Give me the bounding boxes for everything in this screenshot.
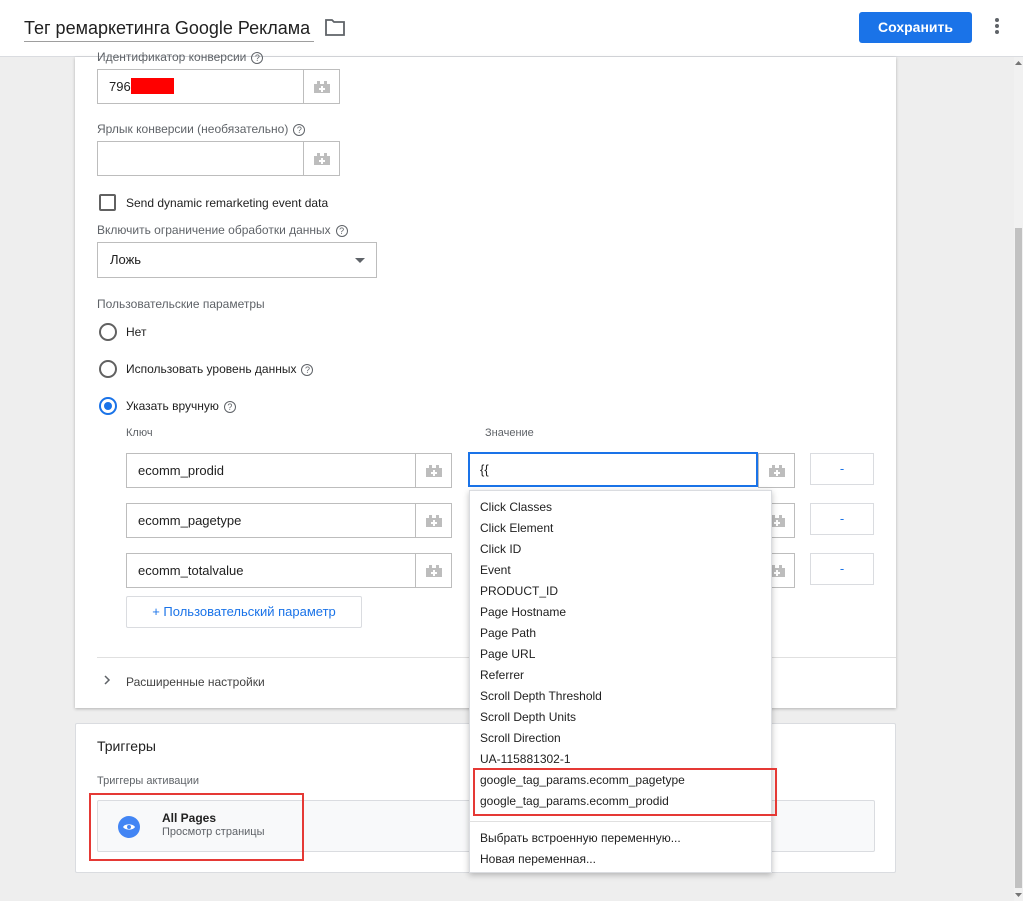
- add-custom-param-button[interactable]: + Пользовательский параметр: [126, 596, 362, 628]
- param-key-input[interactable]: ecomm_pagetype: [126, 503, 416, 538]
- dynamic-remarketing-label: Send dynamic remarketing event data: [126, 196, 329, 210]
- remove-param-button[interactable]: -: [810, 553, 874, 585]
- triggers-subtitle: Триггеры активации: [97, 775, 200, 787]
- highlight-box: [473, 768, 777, 816]
- radio-none-label: Нет: [126, 325, 147, 339]
- dropdown-item[interactable]: Click Classes: [480, 500, 552, 514]
- dropdown-item[interactable]: Page URL: [480, 647, 535, 661]
- conversion-id-input[interactable]: 796: [97, 69, 304, 104]
- conversion-label-input[interactable]: [97, 141, 304, 176]
- radio-manual-label: Указать вручную?: [126, 399, 236, 413]
- dropdown-item[interactable]: Referrer: [480, 668, 524, 682]
- scroll-up-icon[interactable]: [1014, 58, 1023, 68]
- variable-brick-icon: [314, 153, 330, 165]
- dropdown-item[interactable]: Scroll Depth Threshold: [480, 689, 602, 703]
- param-key-input[interactable]: ecomm_prodid: [126, 453, 416, 488]
- dropdown-item[interactable]: Event: [480, 563, 511, 577]
- triggers-title: Триггеры: [97, 738, 156, 754]
- dropdown-item[interactable]: Click Element: [480, 521, 553, 535]
- radio-datalayer[interactable]: [99, 360, 117, 378]
- value-column-header: Значение: [485, 427, 534, 439]
- dropdown-item[interactable]: UA-115881302-1: [480, 752, 571, 766]
- dropdown-item[interactable]: Page Path: [480, 626, 536, 640]
- new-variable[interactable]: Новая переменная...: [480, 852, 596, 866]
- dropdown-item[interactable]: Page Hostname: [480, 605, 566, 619]
- more-vert-icon[interactable]: [990, 17, 1004, 37]
- conversion-id-label: Идентификатор конверсии?: [97, 50, 264, 64]
- variable-picker-button[interactable]: [303, 69, 340, 104]
- scroll-down-icon[interactable]: [1014, 890, 1023, 900]
- dynamic-remarketing-checkbox[interactable]: [99, 194, 116, 211]
- help-icon[interactable]: ?: [223, 400, 236, 413]
- variable-brick-icon: [769, 465, 785, 477]
- dropdown-item[interactable]: PRODUCT_ID: [480, 584, 558, 598]
- radio-manual[interactable]: [99, 397, 117, 415]
- redaction-mark: [130, 78, 174, 95]
- restrict-processing-select[interactable]: Ложь: [97, 242, 377, 278]
- tag-name-input[interactable]: Тег ремаркетинга Google Реклама: [24, 14, 314, 42]
- custom-params-label: Пользовательские параметры: [97, 297, 265, 311]
- variable-brick-icon: [426, 465, 442, 477]
- variable-picker-button[interactable]: [303, 141, 340, 176]
- variable-picker-button[interactable]: [758, 453, 795, 488]
- restrict-processing-label: Включить ограничение обработки данных?: [97, 223, 348, 237]
- top-bar: Тег ремаркетинга Google Реклама Сохранит…: [0, 0, 1023, 57]
- choose-builtin-variable[interactable]: Выбрать встроенную переменную...: [480, 831, 681, 845]
- variable-picker-button[interactable]: [415, 453, 452, 488]
- param-key-input[interactable]: ecomm_totalvalue: [126, 553, 416, 588]
- folder-icon[interactable]: [325, 18, 345, 36]
- variable-brick-icon: [426, 515, 442, 527]
- dropdown-divider: [469, 821, 772, 822]
- param-value-input[interactable]: {{: [468, 452, 758, 487]
- help-icon[interactable]: ?: [335, 224, 348, 237]
- chevron-right-icon[interactable]: [102, 675, 112, 685]
- key-column-header: Ключ: [126, 427, 153, 439]
- scroll-thumb[interactable]: [1015, 228, 1022, 888]
- variable-brick-icon: [314, 81, 330, 93]
- save-button[interactable]: Сохранить: [859, 12, 972, 43]
- variable-picker-button[interactable]: [415, 553, 452, 588]
- advanced-settings-toggle[interactable]: Расширенные настройки: [126, 675, 265, 689]
- highlight-box: [89, 793, 304, 861]
- radio-none[interactable]: [99, 323, 117, 341]
- dropdown-item[interactable]: Scroll Depth Units: [480, 710, 576, 724]
- help-icon[interactable]: ?: [301, 363, 314, 376]
- radio-datalayer-label: Использовать уровень данных?: [126, 362, 314, 376]
- remove-param-button[interactable]: -: [810, 453, 874, 485]
- conversion-label-label: Ярлык конверсии (необязательно)?: [97, 122, 306, 136]
- remove-param-button[interactable]: -: [810, 503, 874, 535]
- chevron-down-icon: [355, 258, 365, 263]
- dropdown-item[interactable]: Scroll Direction: [480, 731, 561, 745]
- variable-picker-button[interactable]: [415, 503, 452, 538]
- variable-brick-icon: [426, 565, 442, 577]
- help-icon[interactable]: ?: [251, 51, 264, 64]
- help-icon[interactable]: ?: [293, 123, 306, 136]
- dropdown-item[interactable]: Click ID: [480, 542, 521, 556]
